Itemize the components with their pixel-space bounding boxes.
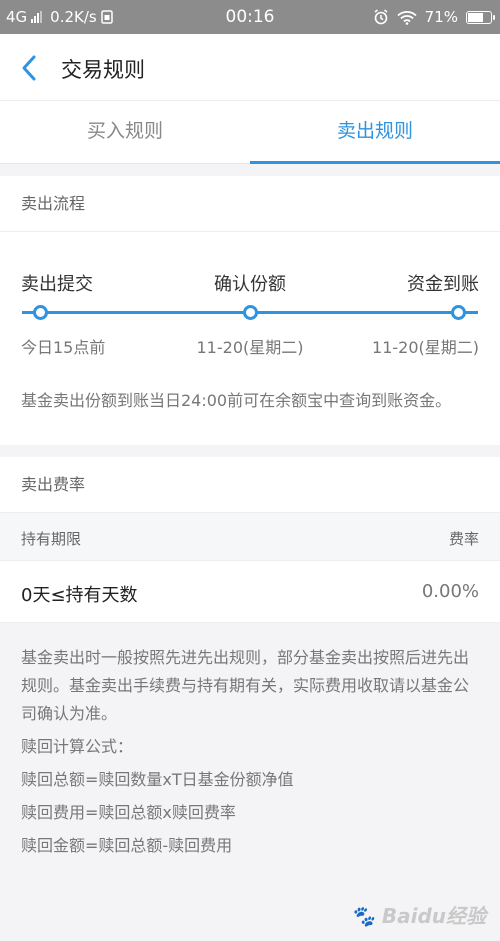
tab-sell-rules[interactable]: 卖出规则 [250, 101, 500, 164]
battery-icon [466, 10, 495, 24]
status-bar: 4G 0.2K/s 00:16 71% [0, 0, 500, 34]
column-fee-rate: 费率 [448, 530, 479, 548]
alarm-icon [374, 9, 388, 25]
sell-flow-timeline: 卖出提交 确认份额 资金到账 今日15点前 11-20(星期二) 11-20(星… [0, 232, 500, 357]
column-holding-period: 持有期限 [21, 530, 82, 548]
watermark-text: Baidu经验 [381, 904, 486, 928]
formula-fee: 赎回费用=赎回总额x赎回费率 [21, 803, 236, 822]
fee-table-header: 持有期限 费率 [0, 513, 500, 561]
formula-total: 赎回总额=赎回数量xT日基金份额净值 [21, 770, 294, 789]
step-arrival-date: 11-20(星期二) [372, 338, 479, 357]
row-period: 0天≤持有天数 [21, 585, 138, 606]
step-submit-dot [33, 305, 48, 320]
step-arrival-dot [451, 305, 466, 320]
sell-fee-header: 卖出费率 [0, 457, 500, 513]
rules-text: 基金卖出时一般按照先进先出规则，部分基金卖出按照后进先出规则。基金卖出手续费与持… [0, 623, 500, 860]
formula-amount: 赎回金额=赎回总额-赎回费用 [21, 836, 233, 855]
sell-flow-section: 卖出流程 卖出提交 确认份额 资金到账 今日15点前 11-20(星期二) 11… [0, 176, 500, 445]
step-confirm-dot [243, 305, 258, 320]
sell-flow-header: 卖出流程 [0, 176, 500, 232]
tab-bar: 买入规则 卖出规则 [0, 101, 500, 164]
wifi-icon [397, 10, 417, 25]
sell-fee-section: 卖出费率 持有期限 费率 0天≤持有天数 0.00% [0, 457, 500, 623]
divider [0, 445, 500, 457]
status-right: 71% [373, 8, 495, 26]
sell-flow-note: 基金卖出份额到账当日24:00前可在余额宝中查询到账资金。 [21, 391, 452, 410]
formula-title: 赎回计算公式： [21, 737, 134, 756]
chevron-left-icon [22, 55, 36, 81]
tab-buy-rules[interactable]: 买入规则 [0, 101, 250, 163]
watermark: 🐾 Baidu经验 [350, 900, 486, 929]
watermark-logo-icon: 🐾 [349, 904, 375, 928]
page-title: 交易规则 [61, 58, 145, 82]
rules-paragraph: 基金卖出时一般按照先进先出规则，部分基金卖出按照后进先出规则。基金卖出手续费与持… [21, 648, 470, 723]
nav-bar: 交易规则 [0, 34, 500, 101]
divider [0, 164, 500, 176]
table-row: 0天≤持有天数 0.00% [0, 561, 500, 623]
step-arrival-label: 资金到账 [407, 274, 479, 295]
back-button[interactable] [14, 52, 46, 84]
row-rate: 0.00% [421, 581, 479, 602]
battery-percent: 71% [424, 8, 458, 26]
